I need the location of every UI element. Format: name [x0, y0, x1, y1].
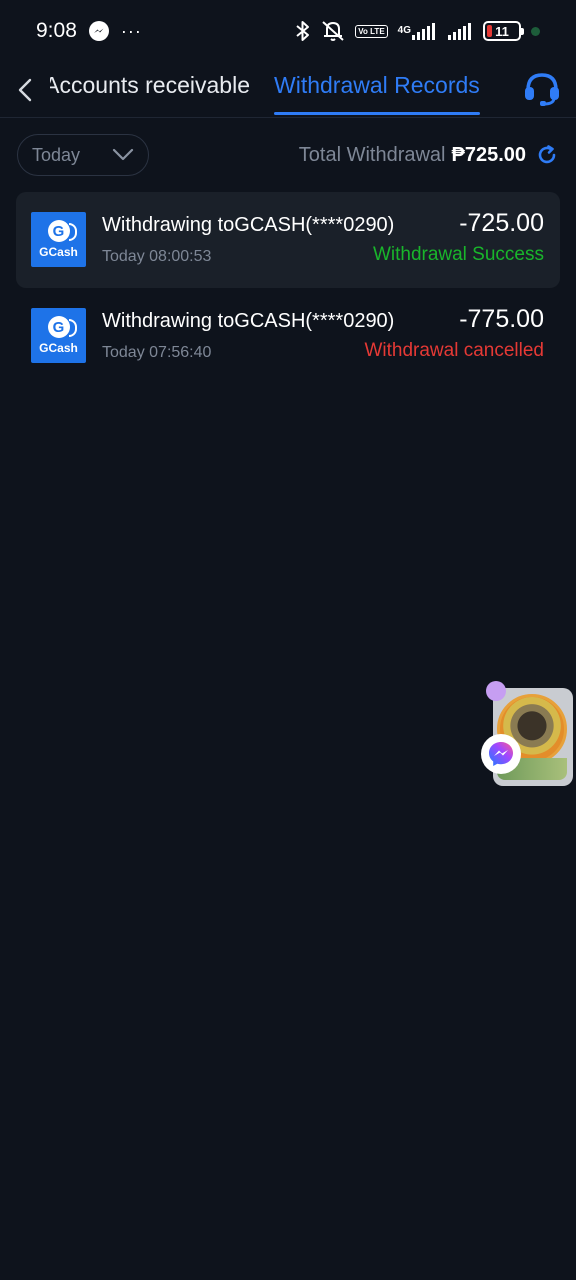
- gcash-g-icon: G: [47, 316, 77, 338]
- total-withdrawal-label: Total Withdrawal: [298, 143, 446, 166]
- status-bar: 9:08 ··· Vo LTE 4G 11: [0, 0, 576, 62]
- total-withdrawal: Total Withdrawal ₱725.00: [299, 134, 558, 176]
- record-status: Withdrawal cancelled: [364, 340, 544, 361]
- record-time: Today 07:56:40: [102, 344, 212, 361]
- gcash-logo: G GCash: [31, 308, 86, 363]
- active-tab-indicator: [274, 112, 480, 115]
- gcash-g-icon: G: [47, 220, 77, 242]
- record-time: Today 08:00:53: [102, 248, 212, 265]
- bluetooth-icon: [295, 20, 311, 42]
- gcash-logo: G GCash: [31, 212, 86, 267]
- status-time: 9:08: [36, 19, 77, 42]
- tab-strip: Accounts receivable Withdrawal Records: [50, 62, 510, 118]
- messenger-icon: [88, 21, 109, 41]
- record-amount: -775.00: [459, 305, 544, 333]
- more-notifications-icon: ···: [120, 20, 142, 41]
- messenger-icon: [481, 734, 521, 774]
- unread-dot: [486, 681, 506, 701]
- customer-support-button[interactable]: [520, 66, 564, 110]
- date-range-value: Today: [32, 144, 81, 165]
- chevron-left-icon: [18, 78, 32, 102]
- tab-accounts-receivable-label: Accounts receivable: [50, 72, 250, 98]
- gcash-logo-text: GCash: [39, 245, 78, 259]
- refresh-icon[interactable]: [536, 144, 558, 166]
- volte-badge: Vo LTE: [355, 24, 388, 38]
- tab-withdrawal-records[interactable]: Withdrawal Records: [274, 62, 494, 118]
- record-status: Withdrawal Success: [372, 244, 544, 265]
- record-amount: -725.00: [459, 209, 544, 237]
- withdrawal-record[interactable]: G GCash Withdrawing toGCASH(****0290) To…: [16, 288, 560, 384]
- status-right: Vo LTE 4G 11: [295, 20, 540, 42]
- screen: 9:08 ··· Vo LTE 4G 11 Accounts receivabl…: [0, 0, 576, 1280]
- messenger-chat-head[interactable]: [481, 681, 573, 786]
- headset-icon: [525, 73, 559, 106]
- status-left: 9:08 ···: [36, 19, 142, 43]
- battery-percent: 11: [495, 23, 509, 39]
- signal-icon: 4G: [398, 21, 437, 41]
- tab-accounts-receivable[interactable]: Accounts receivable: [50, 62, 250, 118]
- filter-row: Today Total Withdrawal ₱725.00: [0, 134, 576, 176]
- signal-2-icon: [447, 21, 473, 41]
- nav-bar: Accounts receivable Withdrawal Records: [0, 62, 576, 118]
- battery-icon: 11: [483, 21, 524, 41]
- chevron-down-icon: [112, 148, 134, 162]
- muted-bell-icon: [321, 20, 345, 42]
- battery-cap: [521, 28, 524, 35]
- date-range-dropdown[interactable]: Today: [17, 134, 149, 176]
- total-withdrawal-value: ₱725.00: [451, 143, 526, 166]
- gcash-logo-text: GCash: [39, 341, 78, 355]
- network-type: 4G: [397, 25, 411, 36]
- withdrawal-record[interactable]: G GCash Withdrawing toGCASH(****0290) To…: [16, 192, 560, 288]
- record-title: Withdrawing toGCASH(****0290): [102, 310, 395, 332]
- back-button[interactable]: [10, 70, 40, 110]
- tab-withdrawal-records-label: Withdrawal Records: [274, 72, 480, 98]
- privacy-indicator-dot: [531, 26, 540, 36]
- record-title: Withdrawing toGCASH(****0290): [102, 214, 395, 236]
